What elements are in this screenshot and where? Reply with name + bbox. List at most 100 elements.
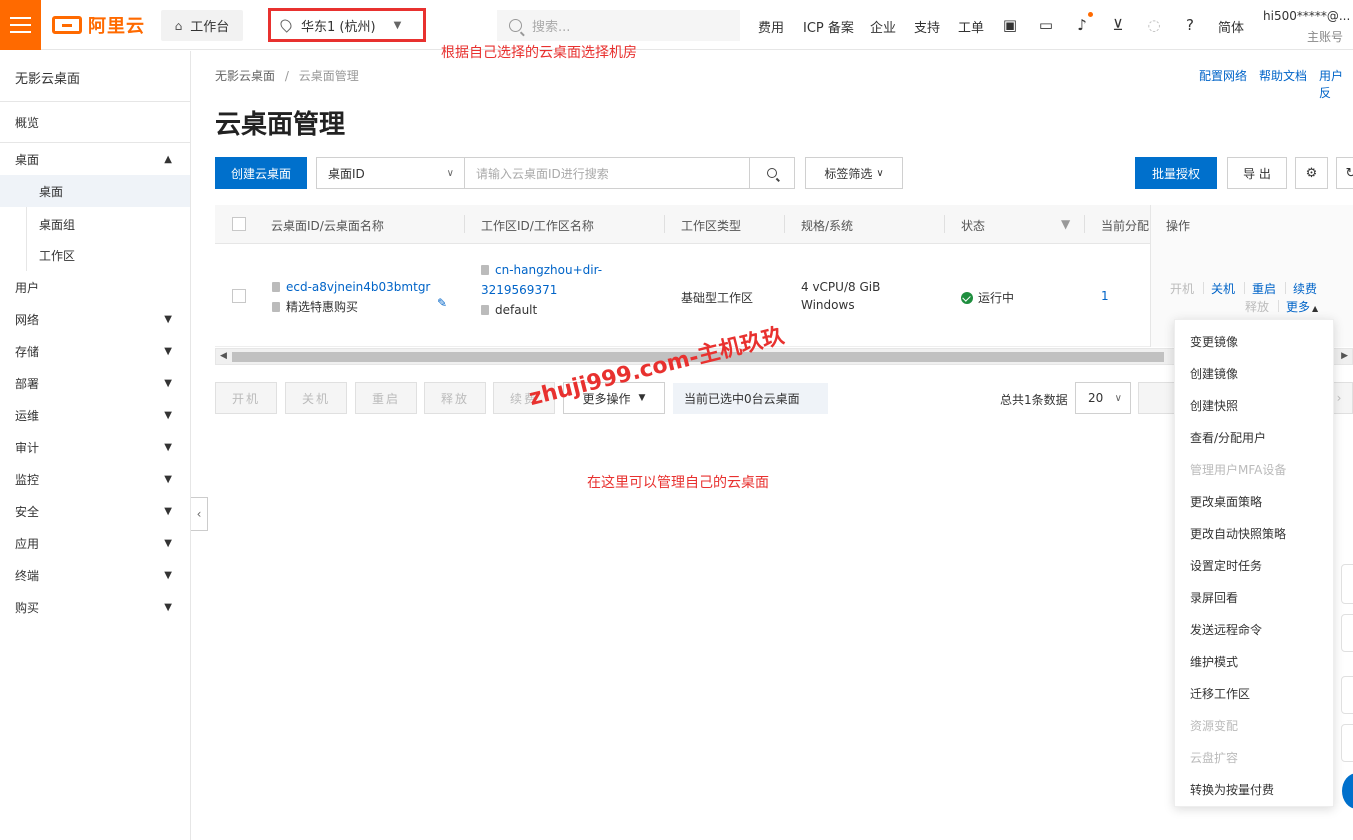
workspace-id-link[interactable]: cn-hangzhou+dir- — [481, 263, 602, 277]
nav-link-support[interactable]: 支持 — [914, 17, 940, 36]
sidebar-collapse-button[interactable]: ‹ — [191, 497, 208, 531]
tag-filter-button[interactable]: 标签筛选 ∨ — [805, 157, 903, 189]
menu-item[interactable]: 录屏回看 — [1190, 589, 1238, 606]
op-release-link[interactable]: 释放 — [1245, 298, 1269, 315]
desktop-id-link[interactable]: ecd-a8vjnein4b03bmtgr — [272, 280, 430, 294]
menu-item[interactable]: 更改桌面策略 — [1190, 493, 1262, 510]
user-name[interactable]: hi500*****@... — [1263, 9, 1350, 23]
menu-item[interactable]: 查看/分配用户 — [1190, 429, 1266, 446]
global-search-input[interactable]: 搜索... — [497, 10, 740, 41]
bulk-restart-button[interactable]: 重启 — [355, 382, 417, 414]
terminal-icon[interactable]: ▭ — [1036, 15, 1056, 35]
cart-icon[interactable]: ⊻ — [1108, 15, 1128, 35]
sidebar-item-audit[interactable]: 审计 ▼ — [0, 431, 190, 463]
page-size-value: 20 — [1088, 391, 1104, 405]
sidebar-item-monitor[interactable]: 监控 ▼ — [0, 463, 190, 495]
pager-prev-button[interactable] — [1138, 382, 1178, 414]
workspace-name-text: default — [495, 303, 538, 317]
bulk-start-button[interactable]: 开机 — [215, 382, 277, 414]
floating-widget[interactable] — [1341, 564, 1353, 604]
menu-item[interactable]: 变更镜像 — [1190, 333, 1238, 350]
floating-widget[interactable] — [1341, 614, 1353, 652]
export-button[interactable]: 导 出 — [1227, 157, 1287, 189]
link-user-feedback[interactable]: 用户反 — [1319, 67, 1353, 101]
bulk-stop-button[interactable]: 关机 — [285, 382, 347, 414]
menu-item[interactable]: 资源变配 — [1190, 717, 1238, 734]
sidebar-item-desktop-group[interactable]: 桌面组 — [0, 208, 190, 240]
assigned-count-link[interactable]: 1 — [1101, 289, 1109, 303]
app-icon[interactable]: ▣ — [1000, 15, 1020, 35]
sidebar-item-security[interactable]: 安全 ▼ — [0, 495, 190, 527]
page-size-select[interactable]: 20 ∨ — [1075, 382, 1131, 414]
assistant-float-button[interactable] — [1342, 773, 1353, 809]
region-selector[interactable]: 华东1 (杭州) ▼ — [268, 8, 426, 42]
op-start-link[interactable]: 开机 — [1170, 280, 1194, 297]
op-renew-link[interactable]: 续费 — [1293, 280, 1317, 297]
desktop-search-input[interactable]: 请输入云桌面ID进行搜索 — [465, 157, 750, 189]
sidebar-item-ops[interactable]: 运维 ▼ — [0, 399, 190, 431]
scroll-left-arrow-icon[interactable]: ◀ — [220, 351, 227, 361]
search-button[interactable] — [749, 157, 795, 189]
op-restart-link[interactable]: 重启 — [1252, 280, 1276, 297]
copy-icon — [481, 305, 489, 315]
chevron-down-icon: ▼ — [164, 601, 172, 613]
sidebar-group-desktop[interactable]: 桌面 ▲ — [0, 143, 190, 175]
sidebar-item-desktop[interactable]: 桌面 — [0, 175, 190, 207]
edit-pencil-icon[interactable]: ✎ — [437, 296, 451, 310]
sidebar-item-apps[interactable]: 应用 ▼ — [0, 527, 190, 559]
help-icon[interactable]: ? — [1180, 15, 1200, 35]
menu-item[interactable]: 设置定时任务 — [1190, 557, 1262, 574]
menu-item[interactable]: 创建快照 — [1190, 397, 1238, 414]
refresh-icon[interactable]: ↻ — [1336, 157, 1353, 189]
menu-item[interactable]: 转换为按量付费 — [1190, 781, 1274, 798]
menu-item[interactable]: 维护模式 — [1190, 653, 1238, 670]
floating-widget[interactable] — [1341, 676, 1353, 714]
column-header: 操作 — [1166, 219, 1191, 233]
scroll-right-arrow-icon[interactable]: ▶ — [1341, 351, 1348, 361]
op-separator — [1203, 282, 1204, 294]
link-help-docs[interactable]: 帮助文档 — [1259, 67, 1307, 84]
sidebar-item-terminal[interactable]: 终端 ▼ — [0, 559, 190, 591]
sidebar-item-workspace[interactable]: 工作区 — [0, 239, 190, 271]
filter-field-select[interactable]: 桌面ID ∨ — [316, 157, 465, 189]
nav-link-ticket[interactable]: 工单 — [958, 17, 984, 36]
nav-link-billing[interactable]: 费用 — [758, 17, 784, 36]
sidebar-item-purchase[interactable]: 购买 ▼ — [0, 591, 190, 623]
filter-funnel-icon[interactable]: ▼ — [1061, 217, 1070, 231]
hamburger-menu-button[interactable] — [0, 0, 41, 50]
lightbulb-icon[interactable]: ◌ — [1144, 15, 1164, 35]
menu-item[interactable]: 云盘扩容 — [1190, 749, 1238, 766]
op-more-link[interactable]: 更多 ▲ — [1286, 298, 1318, 315]
nav-link-icp[interactable]: ICP 备案 — [803, 17, 854, 36]
bell-icon[interactable]: ♪ — [1072, 15, 1092, 35]
menu-item[interactable]: 发送远程命令 — [1190, 621, 1262, 638]
row-checkbox[interactable] — [232, 289, 246, 303]
menu-item[interactable]: 管理用户MFA设备 — [1190, 461, 1286, 478]
aliyun-logo[interactable]: 阿里云 — [52, 13, 145, 37]
language-switch[interactable]: 简体 — [1218, 17, 1244, 36]
select-all-checkbox[interactable] — [232, 217, 246, 231]
link-config-network[interactable]: 配置网络 — [1199, 67, 1247, 84]
breadcrumb-root[interactable]: 无影云桌面 — [215, 69, 275, 83]
sidebar-item-users[interactable]: 用户 — [0, 271, 190, 303]
menu-item[interactable]: 创建镜像 — [1190, 365, 1238, 382]
workspace-button[interactable]: ⌂ 工作台 — [161, 10, 243, 41]
menu-item[interactable]: 迁移工作区 — [1190, 685, 1250, 702]
create-desktop-button[interactable]: 创建云桌面 — [215, 157, 307, 189]
menu-item[interactable]: 更改自动快照策略 — [1190, 525, 1286, 542]
batch-authorize-button[interactable]: 批量授权 — [1135, 157, 1217, 189]
sidebar-item-deploy[interactable]: 部署 ▼ — [0, 367, 190, 399]
sidebar-item-network[interactable]: 网络 ▼ — [0, 303, 190, 335]
nav-link-enterprise[interactable]: 企业 — [870, 17, 896, 36]
bulk-release-button[interactable]: 释放 — [424, 382, 486, 414]
workspace-id-continued[interactable]: 3219569371 — [481, 283, 557, 297]
sidebar-item-overview[interactable]: 概览 — [0, 106, 190, 138]
search-placeholder: 请输入云桌面ID进行搜索 — [476, 166, 609, 181]
settings-gear-icon[interactable]: ⚙ — [1295, 157, 1328, 189]
workspace-id-part: cn-hangzhou+dir- — [495, 263, 603, 277]
logo-text: 阿里云 — [88, 16, 145, 37]
sidebar-item-storage[interactable]: 存储 ▼ — [0, 335, 190, 367]
floating-widget[interactable] — [1341, 724, 1353, 762]
op-stop-link[interactable]: 关机 — [1211, 280, 1235, 297]
more-actions-menu: 变更镜像创建镜像创建快照查看/分配用户管理用户MFA设备 更改桌面策略更改自动快照… — [1174, 319, 1334, 807]
